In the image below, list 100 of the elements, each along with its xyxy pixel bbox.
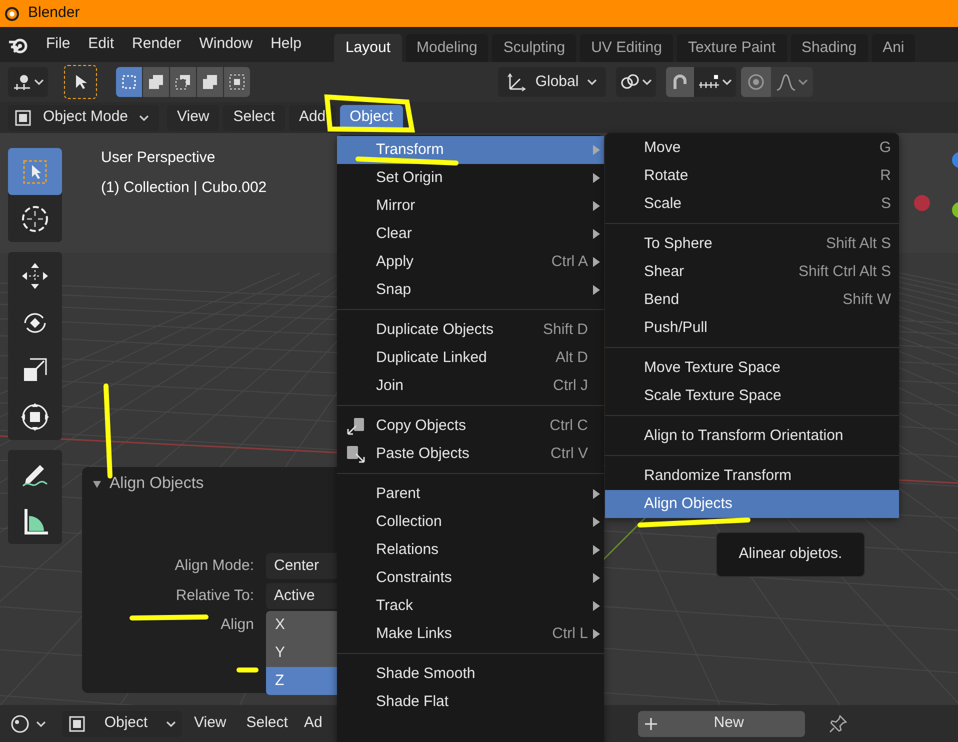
collapse-triangle-icon[interactable] <box>92 479 102 489</box>
menu-item[interactable]: Snap <box>337 276 604 304</box>
caret-icon <box>139 114 149 122</box>
shortcut-text: Ctrl J <box>553 376 588 396</box>
header-menu[interactable]: Select <box>223 104 285 130</box>
shortcut-text: G <box>879 138 891 158</box>
pivot-dropdown[interactable] <box>616 67 656 97</box>
menu-item[interactable]: Push/Pull <box>605 314 899 342</box>
menu-item[interactable]: Bend Shift W <box>605 286 899 314</box>
falloff-curve-icon <box>776 73 796 91</box>
tool-icon <box>20 260 50 290</box>
menu-item[interactable]: Align to Transform Orientation <box>605 422 899 450</box>
pin-icon <box>829 714 848 732</box>
workspace-tab[interactable]: UV Editing <box>580 34 673 62</box>
orientation-icon <box>507 72 528 92</box>
viewport-info-text: User Perspective <box>101 148 216 168</box>
menu-item[interactable]: Set Origin <box>337 164 604 192</box>
menu-item[interactable]: Window <box>190 27 262 62</box>
shortcut-text: Ctrl V <box>550 444 588 464</box>
dial-icon <box>10 714 30 734</box>
object-dropdown[interactable]: Object <box>62 710 182 736</box>
menu-item[interactable]: Clear <box>337 220 604 248</box>
magnet-icon <box>671 73 689 91</box>
select-mode-icon <box>120 73 138 91</box>
shortcut-text: S <box>880 194 891 214</box>
select-tool-button[interactable] <box>64 65 97 99</box>
shortcut-text: R <box>880 166 891 186</box>
app-logo-icon <box>4 6 20 22</box>
shortcut-text: Ctrl L <box>552 624 588 644</box>
header-menu[interactable]: Ad <box>300 710 322 736</box>
select-mode-icon <box>174 73 192 91</box>
shortcut-text: Ctrl C <box>550 416 588 436</box>
shortcut-text: Ctrl A <box>551 252 588 272</box>
header-menu[interactable]: Select <box>240 710 294 736</box>
menu-item[interactable]: Randomize Transform <box>605 462 899 490</box>
new-button[interactable]: New <box>638 710 806 736</box>
workspace-tab[interactable]: Layout <box>334 34 402 62</box>
select-mode-button[interactable] <box>170 67 196 97</box>
panel-title: Align Objects <box>110 474 204 494</box>
workspace-tab[interactable]: Shading <box>790 34 868 62</box>
menu-item[interactable]: Help <box>262 27 310 62</box>
select-mode-button[interactable] <box>224 67 250 97</box>
orientation-value: Global <box>535 72 579 92</box>
menu-item[interactable]: Transform <box>337 136 604 164</box>
field-label: Align Mode: <box>174 556 254 574</box>
header-menu[interactable]: View <box>188 710 232 736</box>
menu-item[interactable]: File <box>37 27 80 62</box>
field-label: Relative To: <box>176 586 254 604</box>
menu-item[interactable]: Duplicate Objects Shift D <box>337 316 604 344</box>
caret-icon <box>166 720 176 728</box>
orientation-dropdown[interactable]: Global <box>498 67 606 97</box>
menu-item[interactable]: Paste Objects Ctrl V <box>337 440 604 468</box>
menu-item[interactable]: Collection <box>337 508 604 536</box>
workspace-tab[interactable]: Sculpting <box>492 34 576 62</box>
plus-icon <box>644 716 658 730</box>
menu-item[interactable]: Move G <box>605 134 899 162</box>
workspace-tab[interactable]: Ani <box>872 34 916 62</box>
proportional-edit-button[interactable] <box>741 67 771 97</box>
paste-icon <box>346 444 366 464</box>
tool-icon <box>20 402 50 432</box>
menu-item[interactable]: Mirror <box>337 192 604 220</box>
snap-button[interactable] <box>666 67 694 97</box>
menu-item[interactable]: Scale Texture Space <box>605 382 899 410</box>
editor-type-button[interactable] <box>8 67 48 97</box>
field-label: Align <box>220 616 254 633</box>
menu-item[interactable]: Render <box>123 27 190 62</box>
menu-item[interactable]: To Sphere Shift Alt S <box>605 230 899 258</box>
menu-item[interactable]: Move Texture Space <box>605 354 899 382</box>
tooltip: Alinear objetos. <box>716 532 865 577</box>
menu-item[interactable]: Edit <box>79 27 124 62</box>
menu-item[interactable]: Align Objects <box>605 490 899 518</box>
menu-item[interactable]: Scale S <box>605 190 899 218</box>
menu-item[interactable]: Apply Ctrl A <box>337 248 604 276</box>
caret-icon <box>798 78 808 86</box>
select-mode-icon <box>228 73 246 91</box>
select-mode-button[interactable] <box>143 67 169 97</box>
shortcut-text: Shift Ctrl Alt S <box>798 262 891 282</box>
menu-item[interactable]: Rotate R <box>605 162 899 190</box>
header-menu[interactable]: View <box>167 104 220 130</box>
select-mode-button[interactable] <box>197 67 223 97</box>
object-mode-icon <box>14 108 32 126</box>
menu-item[interactable]: Duplicate Linked Alt D <box>337 344 604 372</box>
menu-item[interactable]: Join Ctrl J <box>337 372 604 400</box>
window-title: Blender <box>28 3 80 24</box>
target-icon <box>747 73 765 91</box>
workspace-tab[interactable]: Modeling <box>406 34 488 62</box>
mode-dropdown[interactable]: Object Mode <box>8 104 159 130</box>
viewport-info-text: (1) Collection | Cubo.002 <box>101 178 267 198</box>
select-mode-button[interactable] <box>116 67 142 97</box>
caret-icon <box>722 78 732 86</box>
snap-target-dropdown[interactable] <box>694 67 736 97</box>
link-icon <box>620 73 640 91</box>
menu-item[interactable]: Parent <box>337 480 604 508</box>
menu-item[interactable]: Shear Shift Ctrl Alt S <box>605 258 899 286</box>
shortcut-text: Shift Alt S <box>826 234 891 254</box>
falloff-dropdown[interactable] <box>771 67 813 97</box>
highlighter-stroke <box>236 668 258 672</box>
menu-item[interactable]: Copy Objects Ctrl C <box>337 412 604 440</box>
workspace-tab[interactable]: Texture Paint <box>676 34 787 62</box>
caret-icon <box>36 720 46 728</box>
